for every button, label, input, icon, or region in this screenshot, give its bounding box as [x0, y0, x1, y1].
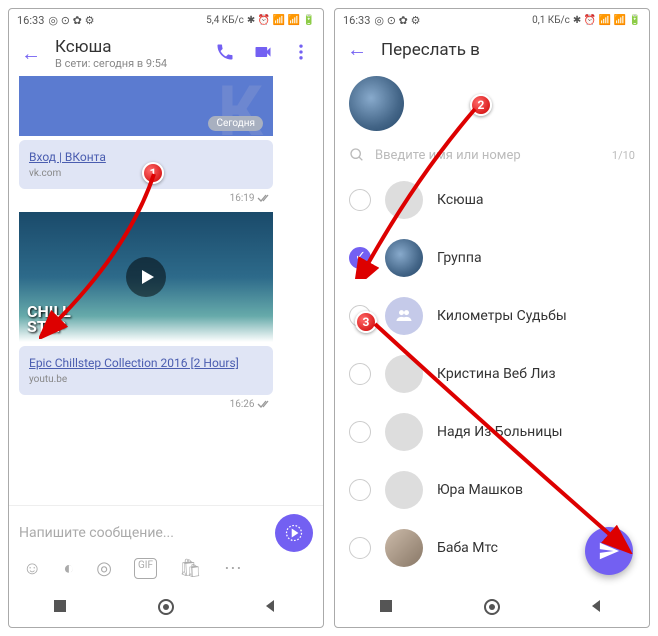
- video-link[interactable]: Epic Chillstep Collection 2016 [2 Hours]: [29, 356, 239, 370]
- play-icon[interactable]: [126, 257, 166, 297]
- status-bar: 16:33 ◎ ⊙ ✿ ⚙ 0,1 КБ/с ✱ ⏰ 📶 📶 🔋: [335, 9, 649, 31]
- contact-name: Ксюша: [437, 192, 484, 208]
- selection-count: 1/10: [612, 149, 635, 162]
- annotation-marker-2: 2: [470, 94, 492, 116]
- send-voice-button[interactable]: [275, 514, 313, 552]
- contact-name: Километры Судьбы: [437, 308, 567, 324]
- contact-row[interactable]: Юра Машков: [335, 461, 649, 519]
- contact-avatar: [385, 471, 423, 509]
- status-icon: ◎ ⊙ ✿ ⚙: [374, 14, 420, 27]
- nav-recent-icon[interactable]: [378, 598, 396, 616]
- status-time: 16:33: [17, 14, 44, 27]
- camera-icon[interactable]: ◎: [96, 558, 112, 579]
- status-icon: ◎ ⊙ ✿ ⚙: [48, 14, 94, 27]
- video-source: youtu.be: [29, 374, 263, 385]
- msg-time-1: 16:19: [9, 193, 323, 208]
- status-net: 0,1 КБ/с: [532, 15, 570, 26]
- contact-name: Юра Машков: [437, 482, 523, 498]
- status-bar: 16:33 ◎ ⊙ ✿ ⚙ 5,4 КБ/с ✱ ⏰ 📶 📶 🔋: [9, 9, 323, 31]
- input-area: Напишите сообщение... ☺ ◐ ◎ GIF 🛍 ⋯: [9, 505, 323, 587]
- msg-time-2: 16:26: [9, 399, 323, 414]
- chat-screen: 16:33 ◎ ⊙ ✿ ⚙ 5,4 КБ/с ✱ ⏰ 📶 📶 🔋 ← Ксюша…: [8, 8, 324, 628]
- sticker-icon[interactable]: ◐: [63, 558, 74, 579]
- contact-row[interactable]: Километры Судьбы: [335, 287, 649, 345]
- chat-body[interactable]: К Сегодня Вход | ВКонта vk.com 16:19 CHI…: [9, 76, 323, 505]
- nav-back-icon[interactable]: [588, 598, 606, 616]
- status-net: 5,4 КБ/с: [206, 15, 244, 26]
- contact-name: Баба Мтс: [437, 540, 498, 556]
- nav-recent-icon[interactable]: [52, 598, 70, 616]
- android-nav: [9, 587, 323, 627]
- forward-title: Переслать в: [381, 40, 480, 60]
- contact-radio[interactable]: [349, 537, 371, 559]
- contact-row[interactable]: Надя Из Больницы: [335, 403, 649, 461]
- vk-link[interactable]: Вход | ВКонта: [29, 150, 106, 164]
- menu-icon[interactable]: [291, 42, 311, 66]
- nav-home-icon[interactable]: [483, 598, 501, 616]
- contact-avatar: [385, 529, 423, 567]
- contact-radio[interactable]: [349, 305, 371, 327]
- contact-row[interactable]: Ксюша: [335, 171, 649, 229]
- call-icon[interactable]: [215, 42, 235, 66]
- chat-header: ← Ксюша В сети: сегодня в 9:54: [9, 31, 323, 76]
- back-arrow-icon[interactable]: ←: [21, 41, 41, 66]
- back-arrow-icon[interactable]: ←: [347, 37, 367, 62]
- contact-name: Группа: [437, 250, 482, 266]
- contact-avatar: [385, 413, 423, 451]
- chat-subtitle: В сети: сегодня в 9:54: [55, 57, 201, 70]
- video-call-icon[interactable]: [253, 42, 273, 66]
- status-icons: ✱ ⏰ 📶 📶 🔋: [573, 15, 641, 26]
- search-icon: [349, 147, 365, 163]
- contact-avatar: [385, 239, 423, 277]
- contact-radio[interactable]: [349, 479, 371, 501]
- more-icon[interactable]: ⋯: [224, 558, 242, 579]
- vk-source: vk.com: [29, 168, 263, 179]
- contact-radio[interactable]: [349, 421, 371, 443]
- search-row[interactable]: Введите имя или номер 1/10: [335, 139, 649, 171]
- send-forward-button[interactable]: [585, 527, 633, 575]
- status-icons: ✱ ⏰ 📶 📶 🔋: [247, 15, 315, 26]
- contacts-list[interactable]: Ксюша Группа Километры Судьбы Кристина Веб …: [335, 171, 649, 587]
- shop-icon[interactable]: 🛍: [179, 558, 202, 579]
- nav-back-icon[interactable]: [262, 598, 280, 616]
- forward-screen: 16:33 ◎ ⊙ ✿ ⚙ 0,1 КБ/с ✱ ⏰ 📶 📶 🔋 ← Перес…: [334, 8, 650, 628]
- message-input[interactable]: Напишите сообщение...: [19, 519, 267, 547]
- contact-avatar: [385, 181, 423, 219]
- contact-avatar: [385, 355, 423, 393]
- selected-avatar[interactable]: [349, 76, 404, 131]
- contact-row[interactable]: Кристина Веб Лиз: [335, 345, 649, 403]
- date-chip: Сегодня: [208, 116, 263, 131]
- contact-radio[interactable]: [349, 363, 371, 385]
- message-bubble-video[interactable]: Epic Chillstep Collection 2016 [2 Hours]…: [19, 346, 273, 395]
- forward-header: ← Переслать в: [335, 31, 649, 68]
- emoji-icon[interactable]: ☺: [23, 558, 41, 579]
- status-time: 16:33: [343, 14, 370, 27]
- video-thumbnail[interactable]: CHILLSTEP: [19, 212, 273, 342]
- chat-title[interactable]: Ксюша: [55, 37, 201, 57]
- contact-name: Надя Из Больницы: [437, 424, 563, 440]
- contact-avatar: [385, 297, 423, 335]
- contact-radio[interactable]: [349, 247, 371, 269]
- contact-name: Кристина Веб Лиз: [437, 366, 556, 382]
- contact-radio[interactable]: [349, 189, 371, 211]
- gif-icon[interactable]: GIF: [134, 558, 157, 579]
- nav-home-icon[interactable]: [157, 598, 175, 616]
- android-nav: [335, 587, 649, 627]
- contact-row[interactable]: Группа: [335, 229, 649, 287]
- search-placeholder[interactable]: Введите имя или номер: [375, 148, 521, 163]
